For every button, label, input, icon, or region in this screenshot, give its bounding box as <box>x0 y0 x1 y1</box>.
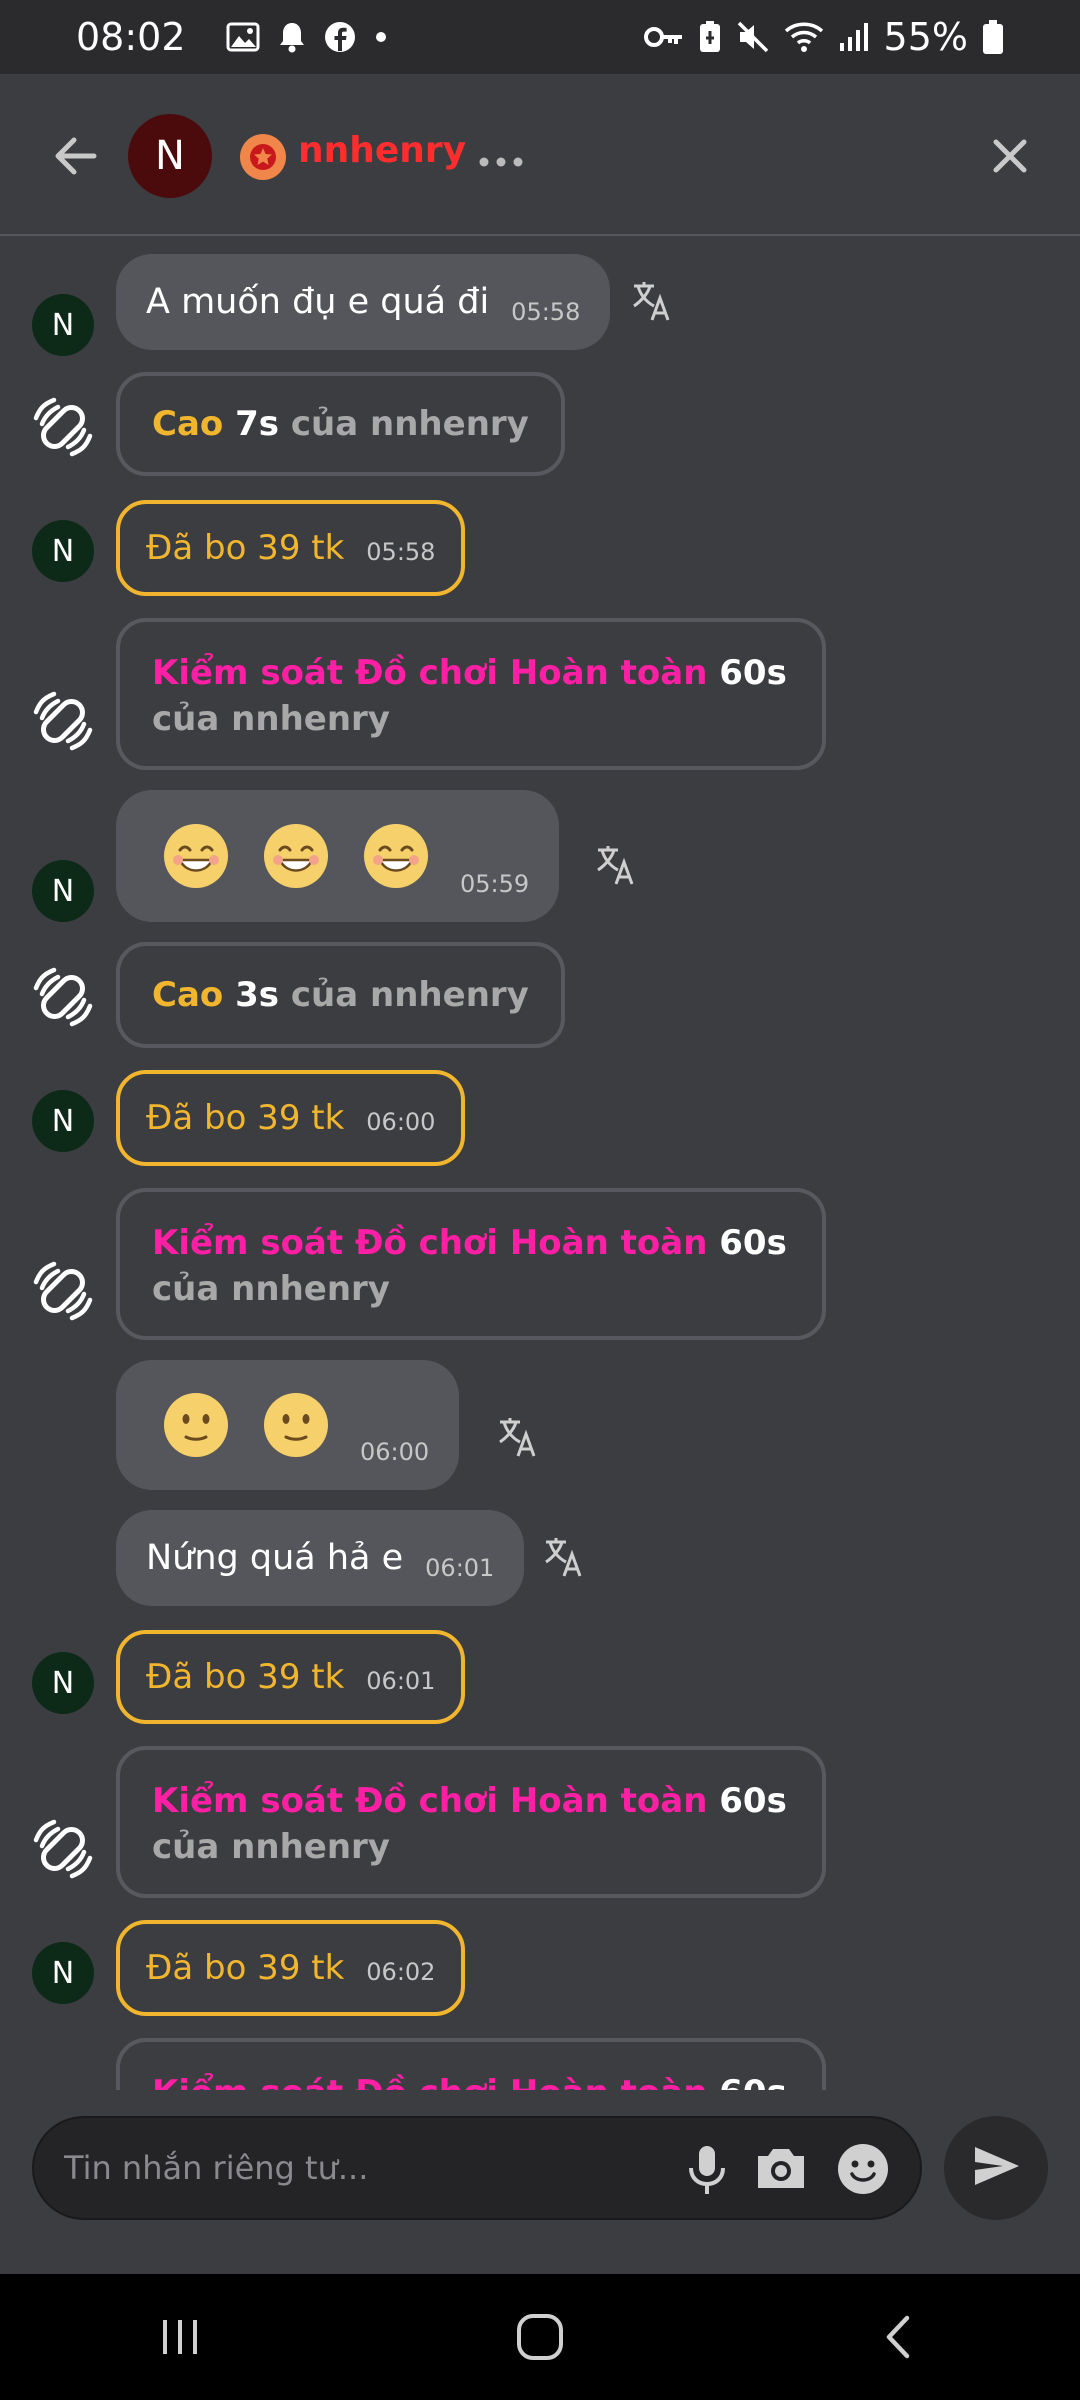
message-text: Nứng quá hả e <box>146 1538 404 1578</box>
facebook-icon <box>324 21 356 53</box>
avatar[interactable]: N <box>128 114 212 198</box>
message-time: 06:02 <box>366 1958 436 1986</box>
message-row: Kiểm soát Đồ chơi Hoàn toàn 60s của nnhe… <box>0 1746 1080 1898</box>
dot-icon <box>374 30 388 44</box>
battery-saver-icon <box>698 20 722 54</box>
tip-message: Đã bo 39 tk 06:02 <box>116 1920 466 2016</box>
message-row: N Đã bo 39 tk 05:58 <box>0 500 1080 596</box>
vibration-icon <box>30 1258 96 1324</box>
battery-percent: 55% <box>883 15 968 59</box>
avatar-letter: N <box>155 133 185 179</box>
tip-text: Đã bo 39 tk <box>146 1657 345 1697</box>
emoji-icon[interactable] <box>834 2140 892 2198</box>
message-row: Kiểm soát Đồ chơi Hoàn toàn 60s của nnhe… <box>0 618 1080 770</box>
message-list[interactable]: N A muốn đụ e quá đi 05:58 Cao 7s của nn… <box>0 238 1080 2090</box>
avatar[interactable]: N <box>32 520 94 582</box>
tip-text: Đã bo 39 tk <box>146 1948 345 1988</box>
message-time: 05:59 <box>460 870 530 898</box>
message-row: Kiểm soát Đồ chơi Hoàn toàn 60s <box>0 2038 1080 2090</box>
gallery-icon <box>226 22 260 52</box>
toy-control-message: Kiểm soát Đồ chơi Hoàn toàn 60s của nnhe… <box>116 1188 826 1340</box>
close-icon[interactable] <box>980 126 1040 186</box>
bell-icon <box>278 21 306 53</box>
app: 08:02 55% N nnhenry N A muốn đụ e quá đi… <box>0 0 1080 2400</box>
text-message[interactable]: A muốn đụ e quá đi 05:58 <box>116 254 611 350</box>
message-row: N 05:59 <box>0 790 1080 922</box>
message-row: Nứng quá hả e 06:01 <box>0 1510 1080 1606</box>
translate-icon[interactable] <box>628 278 674 324</box>
neutral-smile-emoji-icon <box>164 1393 228 1457</box>
emoji-message[interactable]: 05:59 <box>116 790 560 922</box>
message-row: N Đã bo 39 tk 06:02 <box>0 1920 1080 2016</box>
mute-icon <box>736 20 770 54</box>
toy-control-message: Kiểm soát Đồ chơi Hoàn toàn 60s <box>116 2038 826 2090</box>
microphone-icon[interactable] <box>678 2140 736 2198</box>
more-icon[interactable] <box>478 134 524 180</box>
message-row: Cao 3s của nnhenry <box>0 942 1080 1048</box>
tip-text: Đã bo 39 tk <box>146 1098 345 1138</box>
message-input[interactable] <box>64 2149 624 2187</box>
message-time: 06:00 <box>366 1108 436 1136</box>
star-badge-icon <box>240 134 286 180</box>
toy-control-message: Cao 7s của nnhenry <box>116 372 565 476</box>
grin-emoji-icon <box>364 824 428 888</box>
toy-control-message: Kiểm soát Đồ chơi Hoàn toàn 60s của nnhe… <box>116 618 826 770</box>
avatar[interactable]: N <box>32 1090 94 1152</box>
message-row: N Đã bo 39 tk 06:01 <box>0 1630 1080 1724</box>
message-row: N Đã bo 39 tk 06:00 <box>0 1070 1080 1166</box>
chat-header: N nnhenry <box>0 74 1080 236</box>
message-time: 05:58 <box>511 298 581 326</box>
recent-apps-icon[interactable] <box>140 2297 220 2377</box>
key-icon <box>643 25 684 49</box>
back-icon[interactable] <box>860 2297 940 2377</box>
battery-icon <box>982 19 1004 55</box>
avatar[interactable]: N <box>32 860 94 922</box>
status-bar: 08:02 55% <box>0 0 1080 74</box>
send-button[interactable] <box>944 2116 1048 2220</box>
status-time: 08:02 <box>76 15 186 59</box>
message-composer <box>32 2116 922 2220</box>
signal-icon <box>838 21 870 53</box>
text-message[interactable]: Nứng quá hả e 06:01 <box>116 1510 525 1606</box>
vibration-icon <box>30 688 96 754</box>
vibration-icon <box>30 1816 96 1882</box>
message-row: Cao 7s của nnhenry <box>0 372 1080 478</box>
message-row: N A muốn đụ e quá đi 05:58 <box>0 254 1080 356</box>
toy-control-message: Cao 3s của nnhenry <box>116 942 565 1048</box>
grin-emoji-icon <box>164 824 228 888</box>
tip-text: Đã bo 39 tk <box>146 528 345 568</box>
message-row: Kiểm soát Đồ chơi Hoàn toàn 60s của nnhe… <box>0 1188 1080 1340</box>
chat-username[interactable]: nnhenry <box>298 130 466 171</box>
translate-icon[interactable] <box>494 1414 540 1460</box>
translate-icon[interactable] <box>592 842 638 888</box>
vibration-icon <box>30 964 96 1030</box>
message-time: 06:01 <box>425 1554 495 1582</box>
tip-message: Đã bo 39 tk 06:01 <box>116 1630 466 1724</box>
message-text: A muốn đụ e quá đi <box>146 282 490 322</box>
translate-icon[interactable] <box>540 1534 586 1580</box>
emoji-message[interactable]: 06:00 <box>116 1360 460 1490</box>
vibration-icon <box>30 394 96 460</box>
home-icon[interactable] <box>500 2297 580 2377</box>
message-time: 06:00 <box>360 1438 430 1466</box>
avatar[interactable]: N <box>32 1942 94 2004</box>
system-nav-bar <box>0 2274 1080 2400</box>
tip-message: Đã bo 39 tk 05:58 <box>116 500 466 596</box>
send-icon <box>969 2139 1023 2197</box>
message-time: 05:58 <box>366 538 436 566</box>
grin-emoji-icon <box>264 824 328 888</box>
message-row: 06:00 <box>0 1360 1080 1490</box>
message-time: 06:01 <box>366 1667 436 1695</box>
wifi-icon <box>784 21 824 53</box>
neutral-smile-emoji-icon <box>264 1393 328 1457</box>
back-arrow-icon[interactable] <box>46 126 106 186</box>
avatar[interactable]: N <box>32 294 94 356</box>
camera-icon[interactable] <box>752 2140 810 2198</box>
tip-message: Đã bo 39 tk 06:00 <box>116 1070 466 1166</box>
toy-control-message: Kiểm soát Đồ chơi Hoàn toàn 60s của nnhe… <box>116 1746 826 1898</box>
avatar[interactable]: N <box>32 1652 94 1714</box>
